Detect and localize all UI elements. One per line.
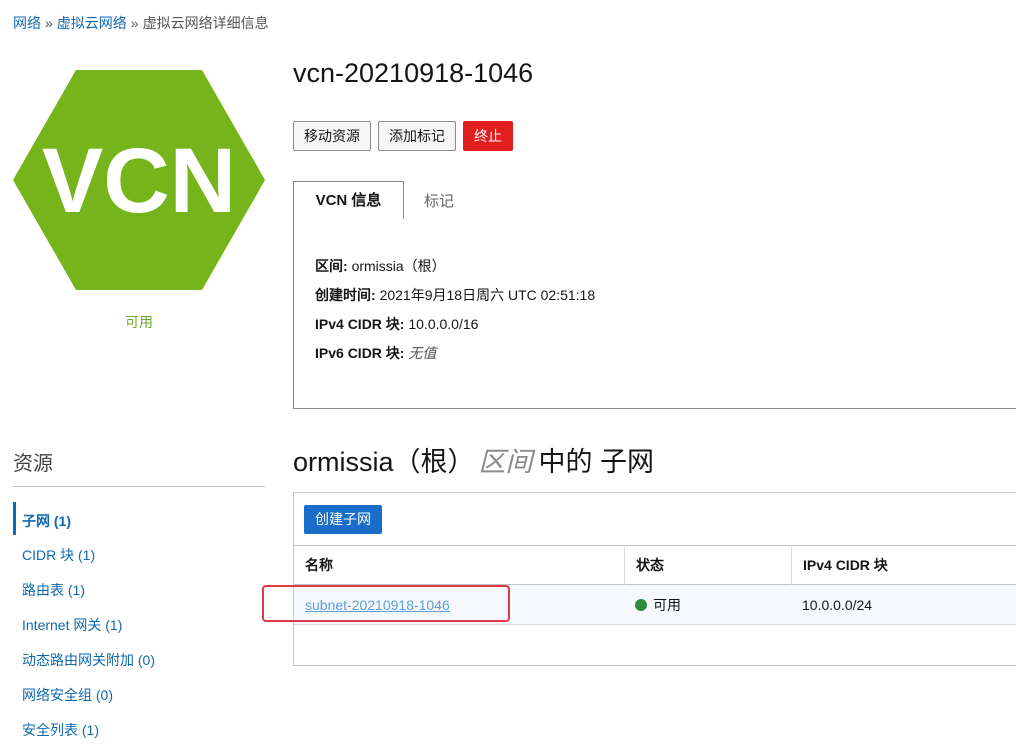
create-subnet-button[interactable]: 创建子网 [304,505,382,534]
section-compartment-word: 区间 [478,447,533,477]
subnet-status: 可用 [653,597,681,613]
status-available-icon [635,599,647,611]
resource-item-cidr-blocks[interactable]: CIDR 块 (1) [22,545,95,565]
table-row: subnet-20210918-1046 可用 10.0.0.0/24 [294,585,1016,625]
ipv6-label: IPv6 CIDR 块: [315,345,405,361]
created-label: 创建时间: [315,287,376,303]
subnets-table-panel: 创建子网 名称 状态 IPv4 CIDR 块 subnet-20210918-1… [293,492,1016,666]
resource-item-route-tables[interactable]: 路由表 (1) [22,580,85,600]
subnets-section-title: ormissia（根） 区间 中的 子网 [293,440,654,479]
compartment-label: 区间: [315,258,348,274]
section-compartment: ormissia（根） [293,447,475,477]
resource-item-drg-attachments[interactable]: 动态路由网关附加 (0) [22,650,155,670]
lifecycle-status: 可用 [125,314,153,330]
info-created: 创建时间: 2021年9月18日周六 UTC 02:51:18 [315,285,595,305]
created-value: 2021年9月18日周六 UTC 02:51:18 [379,287,596,303]
tab-tags[interactable]: 标记 [424,190,454,211]
column-header-ipv4-cidr[interactable]: IPv4 CIDR 块 [791,546,1016,585]
subnet-name-cell: subnet-20210918-1046 [305,585,450,625]
resource-item-network-security-groups[interactable]: 网络安全组 (0) [22,685,113,705]
resources-title: 资源 [13,453,53,475]
subnet-name-link[interactable]: subnet-20210918-1046 [305,597,450,613]
resource-item-internet-gateways[interactable]: Internet 网关 (1) [22,615,122,635]
vcn-icon-text: VCN [42,130,236,232]
info-compartment: 区间: ormissia（根） [315,256,446,276]
compartment-value: ormissia（根） [351,258,446,274]
column-header-status[interactable]: 状态 [624,546,791,585]
breadcrumb-separator: » [45,15,53,31]
breadcrumb-current: 虚拟云网络详细信息 [142,15,269,31]
info-ipv6: IPv6 CIDR 块: 无值 [315,343,436,363]
table-header: 名称 状态 IPv4 CIDR 块 [294,545,1016,585]
subnet-status-cell: 可用 [635,585,681,625]
breadcrumb-separator: » [130,15,139,31]
ipv4-value: 10.0.0.0/16 [408,316,479,332]
terminate-button[interactable]: 终止 [463,121,513,151]
page-title: vcn-20210918-1046 [293,58,534,88]
resource-item-security-lists[interactable]: 安全列表 (1) [22,720,99,740]
section-suffix: 中的 子网 [538,447,655,477]
vcn-hexagon-icon: VCN [12,70,266,290]
info-ipv4: IPv4 CIDR 块: 10.0.0.0/16 [315,314,478,334]
resource-item-subnets[interactable]: 子网 (1) [22,511,71,531]
resources-active-indicator [13,502,16,535]
move-resource-button[interactable]: 移动资源 [293,121,371,151]
ipv4-label: IPv4 CIDR 块: [315,316,405,332]
ipv6-value: 无值 [408,345,437,361]
breadcrumb: 网络» 虚拟云网络» 虚拟云网络详细信息 [13,13,269,33]
subnet-cidr-cell: 10.0.0.0/24 [802,597,873,613]
column-header-name[interactable]: 名称 [294,546,624,585]
tab-vcn-info[interactable]: VCN 信息 [293,181,404,220]
breadcrumb-link-vcn-list[interactable]: 虚拟云网络 [57,15,127,31]
vcn-info-panel: 区间: ormissia（根） 创建时间: 2021年9月18日周六 UTC 0… [293,219,1016,409]
add-tag-button[interactable]: 添加标记 [378,121,456,151]
resources-divider [13,486,265,487]
breadcrumb-link-network[interactable]: 网络 [13,15,41,31]
